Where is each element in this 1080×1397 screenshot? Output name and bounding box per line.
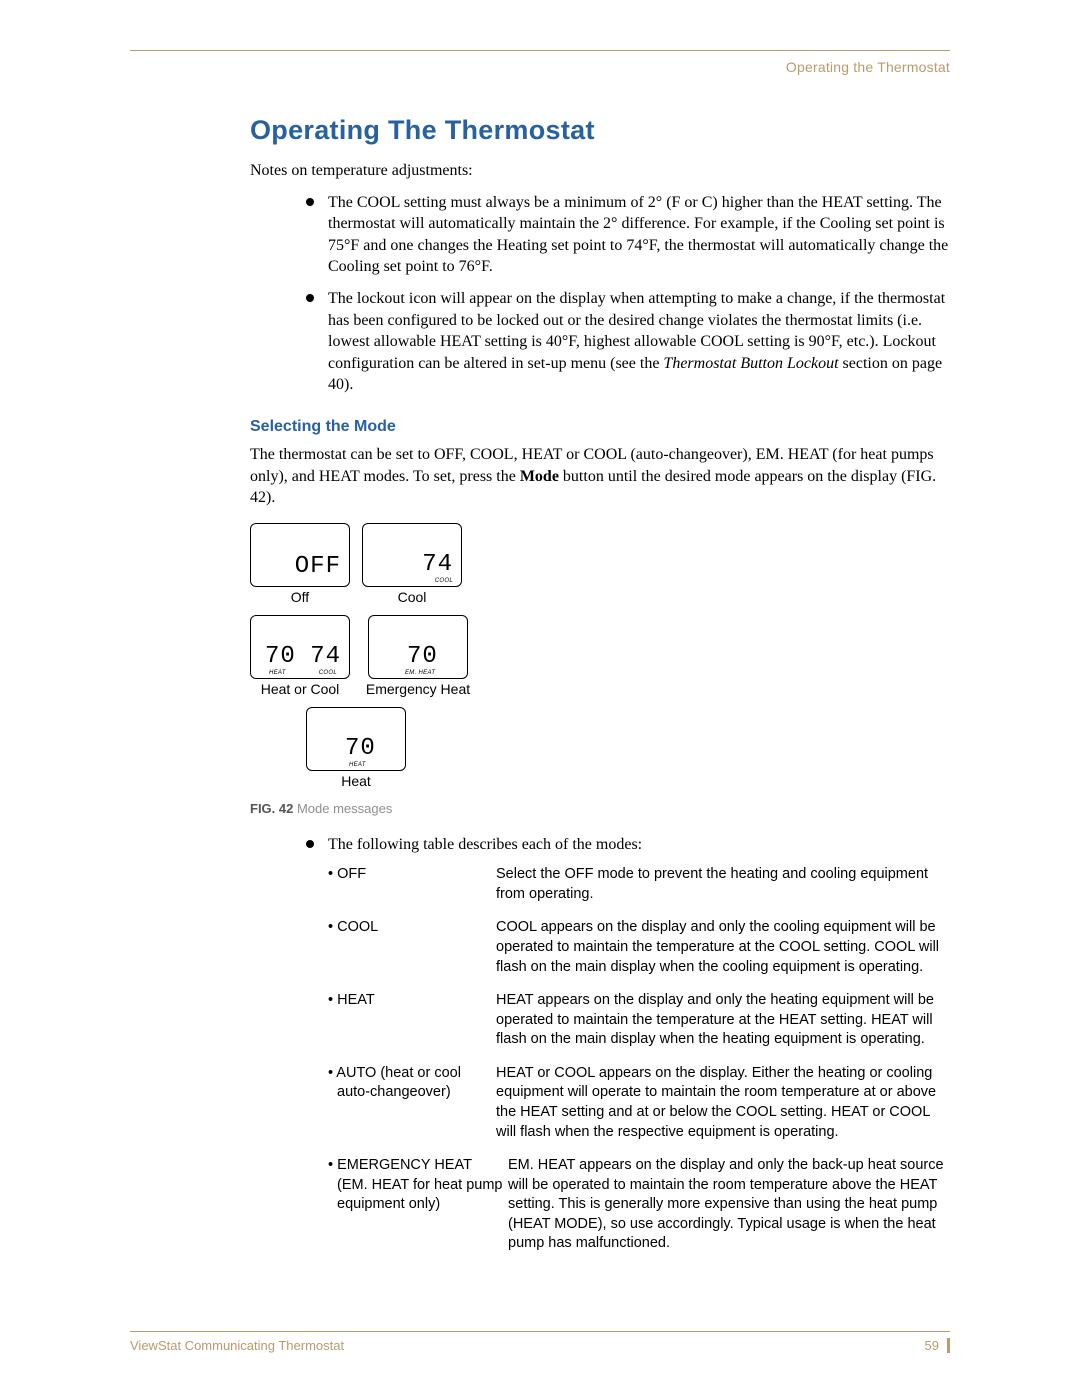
figure-42: OFF Off 74 COOL Cool 70 74 [250, 523, 950, 816]
note-text-italic: Thermostat Button Lockout [663, 355, 838, 372]
lcd-tag: HEAT [349, 762, 366, 768]
notes-list: The COOL setting must always be a minimu… [306, 192, 950, 396]
lcd-heatcool: 70 74 HEAT COOL [250, 615, 350, 679]
lcd-off-cell: OFF Off [250, 523, 350, 605]
lcd-text: 70 [265, 643, 296, 670]
table-row: • COOL COOL appears on the display and o… [328, 918, 950, 977]
subheading: Selecting the Mode [250, 418, 950, 436]
content-area: Operating The Thermostat Notes on temper… [250, 115, 950, 1254]
mode-desc: HEAT or COOL appears on the display. Eit… [496, 1064, 950, 1142]
lcd-tag: HEAT [269, 670, 286, 676]
mode-paragraph: The thermostat can be set to OFF, COOL, … [250, 444, 950, 509]
mode-desc: HEAT appears on the display and only the… [496, 991, 950, 1050]
mode-term: • EMERGENCY HEAT (EM. HEAT for heat pump… [328, 1156, 508, 1254]
lcd-emheat-cell: 70 EM. HEAT Emergency Heat [362, 615, 474, 697]
page: Operating the Thermostat Operating The T… [0, 0, 1080, 1397]
lcd-text: OFF [295, 553, 341, 580]
mode-term-line1: • AUTO (heat or cool [328, 1065, 461, 1081]
lcd-heatcool-cell: 70 74 HEAT COOL Heat or Cool [250, 615, 350, 697]
lcd-tag: COOL [319, 670, 337, 676]
lcd-text: 70 [407, 643, 438, 670]
figure-row-1: OFF Off 74 COOL Cool [250, 523, 950, 605]
mode-para-bold: Mode [520, 468, 559, 485]
lcd-label: Heat [306, 773, 406, 789]
mode-term: • AUTO (heat or cool auto-changeover) [328, 1064, 496, 1142]
lcd-cool: 74 COOL [362, 523, 462, 587]
note-item: The COOL setting must always be a minimu… [306, 192, 950, 278]
table-row: • EMERGENCY HEAT (EM. HEAT for heat pump… [328, 1156, 950, 1254]
table-intro: The following table describes each of th… [306, 834, 950, 856]
intro-line: Notes on temperature adjustments: [250, 160, 950, 182]
footer-line: ViewStat Communicating Thermostat 59 [130, 1338, 950, 1353]
mode-table: • OFF Select the OFF mode to prevent the… [328, 865, 950, 1254]
mode-term-line2: auto-changeover) [337, 1083, 496, 1103]
mode-term: • COOL [328, 918, 496, 977]
table-row: • AUTO (heat or cool auto-changeover) HE… [328, 1064, 950, 1142]
lcd-off: OFF [250, 523, 350, 587]
table-row: • HEAT HEAT appears on the display and o… [328, 991, 950, 1050]
mode-term-line2: (EM. HEAT for heat pump [337, 1176, 508, 1196]
lcd-heat: 70 HEAT [306, 707, 406, 771]
footer-rule [130, 1331, 950, 1332]
footer: ViewStat Communicating Thermostat 59 [130, 1331, 950, 1353]
lcd-text: 74 [310, 643, 341, 670]
mode-term-line3: equipment only) [337, 1195, 508, 1215]
page-title: Operating The Thermostat [250, 115, 950, 146]
figure-caption-text: Mode messages [293, 801, 392, 816]
mode-desc: EM. HEAT appears on the display and only… [508, 1156, 950, 1254]
table-intro-list: The following table describes each of th… [306, 834, 950, 856]
table-row: • OFF Select the OFF mode to prevent the… [328, 865, 950, 904]
mode-term: • HEAT [328, 991, 496, 1050]
lcd-tag: EM. HEAT [405, 670, 435, 676]
figure-row-3: 70 HEAT Heat [306, 707, 950, 789]
figure-caption-num: FIG. 42 [250, 801, 293, 816]
lcd-heat-cell: 70 HEAT Heat [306, 707, 406, 789]
note-item: The lockout icon will appear on the disp… [306, 288, 950, 396]
lcd-emheat: 70 EM. HEAT [368, 615, 468, 679]
top-rule [130, 50, 950, 51]
mode-desc: Select the OFF mode to prevent the heati… [496, 865, 950, 904]
mode-term-line1: • EMERGENCY HEAT [328, 1157, 472, 1173]
figure-row-2: 70 74 HEAT COOL Heat or Cool 70 EM. HEAT… [250, 615, 950, 697]
lcd-label: Emergency Heat [362, 681, 474, 697]
lcd-text: 74 [422, 551, 453, 578]
footer-product: ViewStat Communicating Thermostat [130, 1338, 344, 1353]
mode-desc: COOL appears on the display and only the… [496, 918, 950, 977]
lcd-label: Heat or Cool [250, 681, 350, 697]
footer-page-number: 59 [925, 1338, 939, 1353]
lcd-label: Off [250, 589, 350, 605]
lcd-text: 70 [345, 735, 376, 762]
lcd-label: Cool [362, 589, 462, 605]
header-section-title: Operating the Thermostat [130, 59, 950, 75]
lcd-cool-cell: 74 COOL Cool [362, 523, 462, 605]
figure-caption: FIG. 42 Mode messages [250, 801, 950, 816]
lcd-tag: COOL [435, 578, 453, 584]
mode-term: • OFF [328, 865, 496, 904]
